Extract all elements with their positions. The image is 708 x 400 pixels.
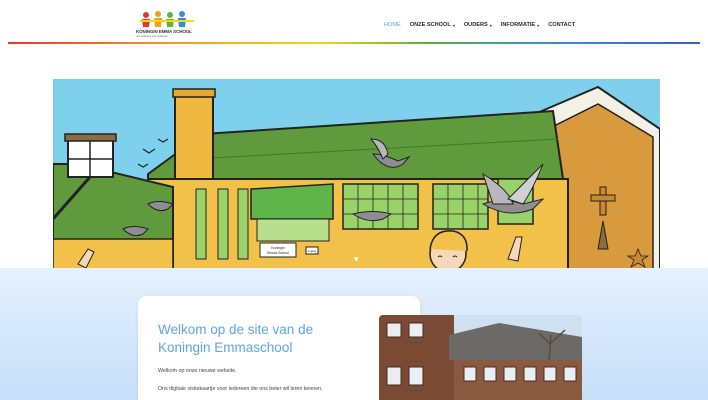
nav-home[interactable]: HOME	[384, 22, 401, 28]
logo-text: KONINGIN EMMA SCHOOL	[136, 29, 192, 34]
rainbow-divider	[8, 42, 700, 44]
welcome-title: Welkom op de site van de Koningin Emmasc…	[158, 322, 314, 355]
nav-informatie[interactable]: INFORMATIE ▾	[501, 22, 539, 28]
chevron-down-icon: ▾	[537, 22, 540, 28]
hero-sign-line-1: Koningin	[271, 246, 285, 250]
nav-informatie-label: INFORMATIE	[500, 22, 536, 28]
nav-onze-school[interactable]: ONZE SCHOOL ▾	[410, 22, 455, 28]
hero-sign-entrance: ingang	[308, 249, 317, 253]
school-photo	[379, 315, 582, 400]
nav-onze-school-label: ONZE SCHOOL	[409, 22, 451, 28]
logo-subtext: met iedereen voor iedereen	[136, 35, 168, 38]
main-nav: HOME ONZE SCHOOL ▾ OUDERS ▾ INFORMATIE ▾…	[384, 22, 584, 28]
nav-contact[interactable]: CONTACT	[548, 22, 575, 28]
nav-ouders[interactable]: OUDERS ▾	[464, 22, 492, 28]
chevron-down-icon: ▾	[452, 22, 455, 28]
hero-illustration: Koningin Emma School ingang	[53, 79, 660, 269]
nav-contact-label: CONTACT	[548, 22, 576, 28]
hero-sign-line-2: Emma School	[267, 251, 289, 255]
welcome-paragraph-2: Ons digitale visitekaartje voor iedereen…	[158, 386, 323, 392]
scroll-down-icon[interactable]: ▾	[354, 254, 359, 265]
site-header: KONINGIN EMMA SCHOOL met iedereen voor i…	[0, 0, 708, 44]
chevron-down-icon: ▾	[489, 22, 492, 28]
nav-ouders-label: OUDERS	[463, 22, 488, 28]
welcome-paragraph-1: Welkom op onze nieuwe website.	[158, 368, 237, 374]
nav-home-label: HOME	[384, 22, 401, 28]
welcome-card: Welkom op de site van de Koningin Emmasc…	[138, 296, 420, 400]
